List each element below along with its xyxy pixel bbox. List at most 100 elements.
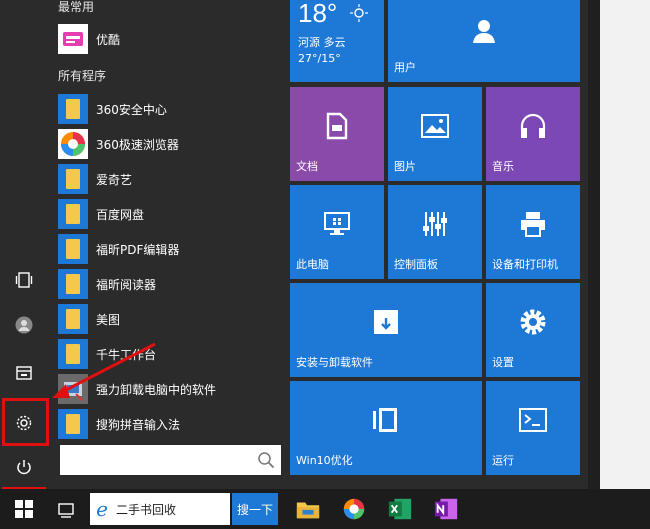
tile-install-uninstall[interactable]: 安装与卸载软件	[290, 283, 482, 377]
tile-pictures[interactable]: 图片	[388, 87, 482, 181]
folder-icon	[58, 94, 88, 124]
user-icon	[473, 19, 495, 43]
app-youku[interactable]: 优酷	[58, 22, 283, 56]
monitor-icon	[324, 212, 350, 236]
taskbar: e 二手书回收 搜一下	[0, 489, 650, 529]
taskbar-search-box[interactable]: e 二手书回收	[90, 493, 230, 525]
tile-label: 设置	[492, 356, 514, 369]
user-avatar-icon	[15, 316, 33, 334]
tablet-icon	[15, 272, 33, 288]
tile-user[interactable]: 用户	[388, 0, 580, 82]
tile-label: 设备和打印机	[492, 258, 558, 271]
tile-this-pc[interactable]: 此电脑	[290, 185, 384, 279]
task-view-icon[interactable]	[56, 499, 76, 519]
tile-label: 音乐	[492, 160, 514, 173]
tablet-mode-icon	[373, 408, 397, 433]
tile-win10-optimize[interactable]: Win10优化	[290, 381, 482, 475]
folder-icon	[58, 199, 88, 229]
start-search-input[interactable]	[60, 445, 250, 475]
power-icon	[17, 460, 31, 475]
sliders-icon	[423, 212, 447, 237]
uninstall-tool-icon	[58, 374, 88, 404]
weather-temp: 18°	[298, 0, 338, 28]
360-browser-icon	[58, 129, 88, 159]
desktop-edge	[588, 0, 600, 489]
start-button[interactable]	[6, 491, 42, 527]
app-sogou-input[interactable]: 搜狗拼音输入法	[58, 407, 283, 441]
picture-icon	[421, 114, 449, 139]
app-foxit-reader[interactable]: 福昕阅读器	[58, 267, 283, 301]
app-label: 福昕PDF编辑器	[96, 242, 180, 257]
tile-label: 图片	[394, 160, 416, 173]
sun-icon	[350, 4, 368, 22]
folder-icon	[58, 269, 88, 299]
folder-icon	[58, 234, 88, 264]
tile-settings[interactable]: 设置	[486, 283, 580, 377]
tile-label: Win10优化	[296, 454, 353, 467]
app-360-browser[interactable]: 360极速浏览器	[58, 127, 283, 161]
tile-devices-printers[interactable]: 设备和打印机	[486, 185, 580, 279]
taskbar-search-text: 二手书回收	[116, 502, 177, 517]
weather-range: 27°/15°	[298, 52, 341, 65]
app-baidu-netdisk[interactable]: 百度网盘	[58, 197, 283, 231]
headphones-icon	[520, 114, 546, 139]
tile-weather[interactable]: 18° 河源 多云 27°/15°	[290, 0, 384, 82]
onenote-icon[interactable]	[432, 495, 460, 523]
app-label: 福昕阅读器	[96, 277, 157, 292]
settings-gear-icon	[520, 309, 546, 335]
tile-label: 用户	[394, 61, 416, 74]
most-used-header: 最常用	[58, 0, 95, 14]
tile-music[interactable]: 音乐	[486, 87, 580, 181]
run-prompt-icon	[519, 408, 547, 433]
install-box-icon	[374, 310, 398, 335]
tile-label: 此电脑	[296, 258, 329, 271]
documents-rail-button[interactable]	[0, 351, 48, 395]
desktop-background	[600, 0, 650, 489]
tile-run[interactable]: 运行	[486, 381, 580, 475]
taskbar-search-button[interactable]: 搜一下	[232, 493, 278, 525]
search-icon	[258, 452, 275, 469]
folder-icon	[58, 339, 88, 369]
printer-icon	[521, 212, 545, 238]
tile-label: 文档	[296, 160, 318, 173]
tile-control-panel[interactable]: 控制面板	[388, 185, 482, 279]
app-list: 最常用 优酷 所有程序 360安全中心 360极速浏览器 爱奇艺 百度网盘 福昕…	[48, 0, 288, 489]
app-uninstaller[interactable]: 强力卸载电脑中的软件	[58, 372, 283, 406]
app-label: 强力卸载电脑中的软件	[96, 382, 217, 397]
app-label: 千牛工作台	[96, 347, 157, 362]
app-label: 搜狗拼音输入法	[96, 417, 181, 432]
tile-label: 运行	[492, 454, 514, 467]
task-view-rail-button[interactable]	[0, 258, 48, 302]
windows-logo-icon	[15, 500, 33, 518]
app-label: 360极速浏览器	[96, 137, 179, 152]
user-rail-button[interactable]	[0, 303, 48, 347]
app-label: 百度网盘	[96, 207, 145, 222]
file-explorer-icon[interactable]	[294, 495, 322, 523]
360-browser-icon[interactable]	[340, 495, 368, 523]
app-label: 爱奇艺	[96, 172, 133, 187]
weather-city: 河源 多云	[298, 36, 346, 49]
folder-icon	[58, 304, 88, 334]
folder-icon	[58, 164, 88, 194]
app-qianniu[interactable]: 千牛工作台	[58, 337, 283, 371]
folder-icon	[58, 409, 88, 439]
app-label: 360安全中心	[96, 102, 167, 117]
app-iqiyi[interactable]: 爱奇艺	[58, 162, 283, 196]
tile-documents[interactable]: 文档	[290, 87, 384, 181]
ie-icon: e	[96, 497, 108, 521]
tile-label: 控制面板	[394, 258, 438, 271]
start-search-box[interactable]	[60, 445, 281, 475]
document-icon	[326, 113, 348, 140]
app-label: 优酷	[96, 32, 121, 47]
app-meitu[interactable]: 美图	[58, 302, 283, 336]
tile-label: 安装与卸载软件	[296, 356, 373, 369]
all-programs-header: 所有程序	[58, 69, 107, 83]
file-explorer-icon	[16, 366, 32, 380]
app-label: 美图	[96, 312, 121, 327]
excel-icon[interactable]	[386, 495, 414, 523]
youku-icon	[58, 24, 88, 54]
app-360-security[interactable]: 360安全中心	[58, 92, 283, 126]
power-rail-button[interactable]	[0, 445, 48, 489]
app-foxit-pdf-editor[interactable]: 福昕PDF编辑器	[58, 232, 283, 266]
settings-highlight-box	[2, 398, 49, 446]
